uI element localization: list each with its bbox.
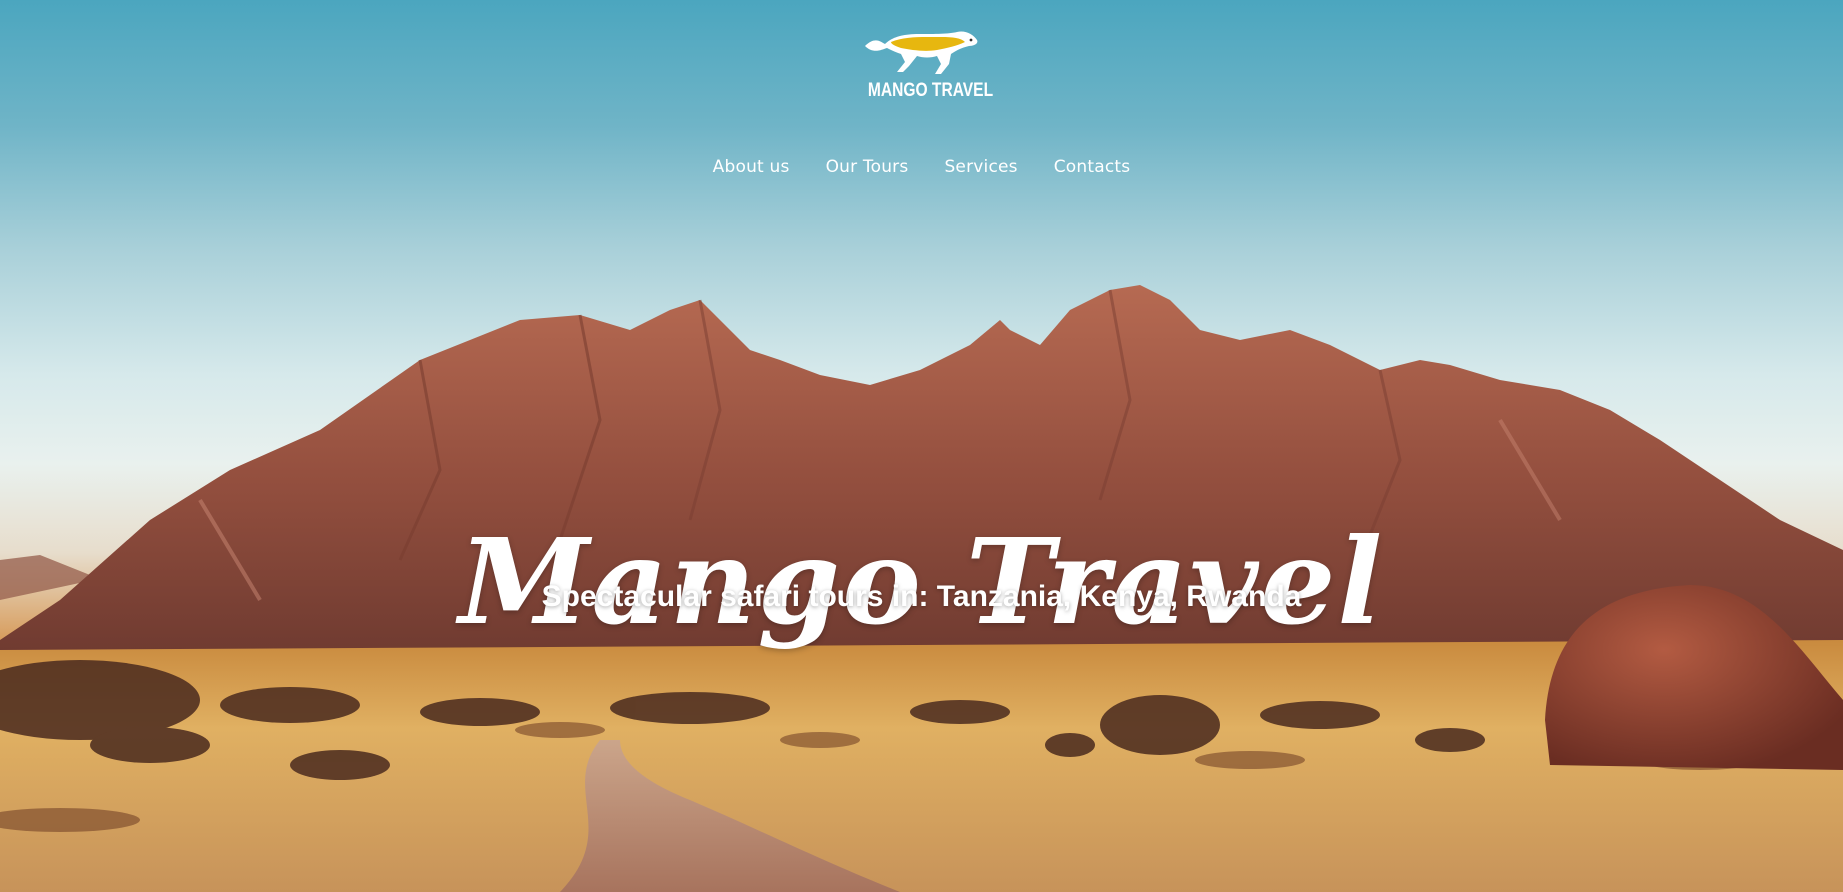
brand-name: MANGO TRAVEL (867, 80, 994, 101)
hero-subtitle: Spectacular safari tours in: Tanzania, K… (541, 580, 1302, 613)
cheetah-icon (865, 31, 978, 74)
hero-section: MANGO TRAVEL About us Our Tours Services… (0, 0, 1843, 892)
nav-item-our-tours[interactable]: Our Tours (808, 155, 927, 179)
brand-logo[interactable]: MANGO TRAVEL (856, 28, 994, 114)
nav-item-about-us[interactable]: About us (695, 155, 808, 179)
hero-background-image (0, 285, 1843, 892)
nav-item-services[interactable]: Services (926, 155, 1035, 179)
nav-item-contacts[interactable]: Contacts (1036, 155, 1149, 179)
main-nav: About us Our Tours Services Contacts (0, 155, 1843, 179)
